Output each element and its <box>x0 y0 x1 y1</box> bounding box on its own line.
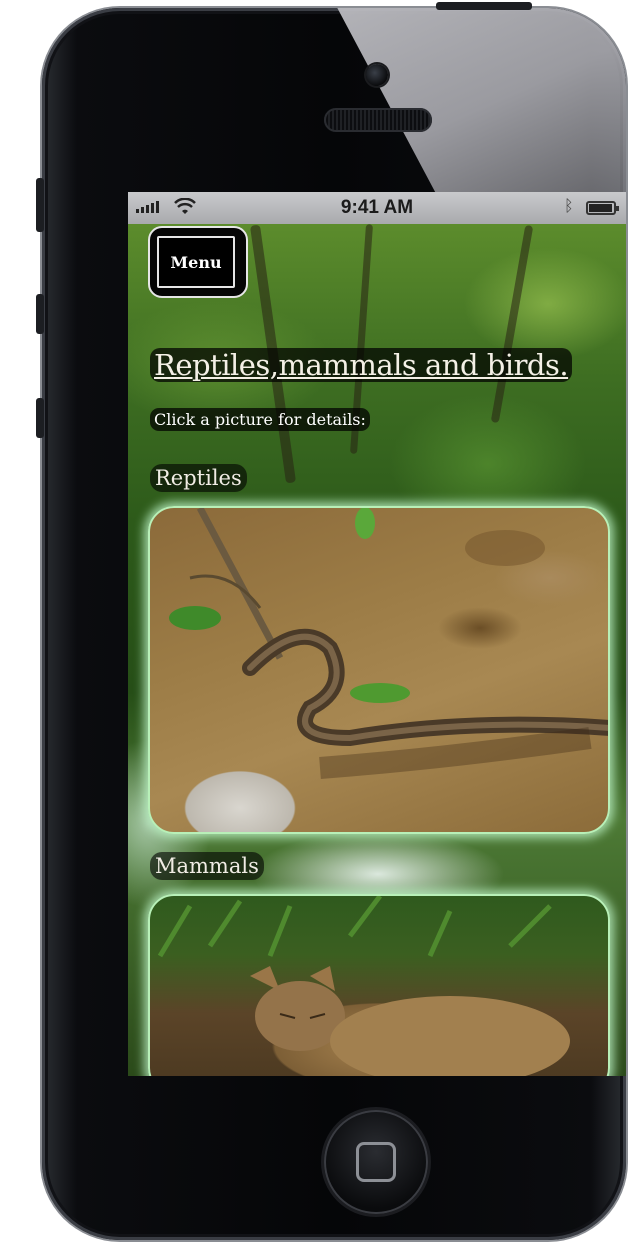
home-button-icon <box>356 1142 396 1182</box>
power-button <box>436 2 532 10</box>
phone-frame: 9:41 AM ᛒ Menu Reptiles,mammals and bird… <box>42 8 626 1240</box>
status-bar: 9:41 AM ᛒ <box>128 192 626 224</box>
bluetooth-icon: ᛒ <box>564 198 574 215</box>
screen: 9:41 AM ᛒ Menu Reptiles,mammals and bird… <box>128 192 626 1076</box>
volume-up-button <box>36 294 44 334</box>
battery-icon <box>586 201 619 215</box>
status-time: 9:41 AM <box>340 197 414 218</box>
volume-down-button <box>36 398 44 438</box>
menu-button[interactable]: Menu <box>157 236 235 288</box>
mammals-photo[interactable] <box>148 894 610 1076</box>
menu-container: Menu <box>148 226 248 298</box>
earpiece-speaker <box>324 108 432 132</box>
screen-glare <box>332 8 626 198</box>
instructions-text: Click a picture for details: <box>150 408 370 431</box>
front-camera <box>366 64 388 86</box>
cat-image <box>157 896 570 1076</box>
page-title: Reptiles,mammals and birds. <box>150 348 573 382</box>
battery-level <box>589 204 612 212</box>
snake-image <box>169 508 608 779</box>
reptiles-photo[interactable] <box>148 506 610 834</box>
background-tree <box>490 224 534 424</box>
mute-switch <box>36 178 44 232</box>
home-button[interactable] <box>324 1110 428 1214</box>
page-content[interactable]: Menu Reptiles,mammals and birds. Click a… <box>128 224 626 1076</box>
section-label-mammals: Mammals <box>150 852 264 880</box>
section-label-reptiles: Reptiles <box>150 464 247 492</box>
